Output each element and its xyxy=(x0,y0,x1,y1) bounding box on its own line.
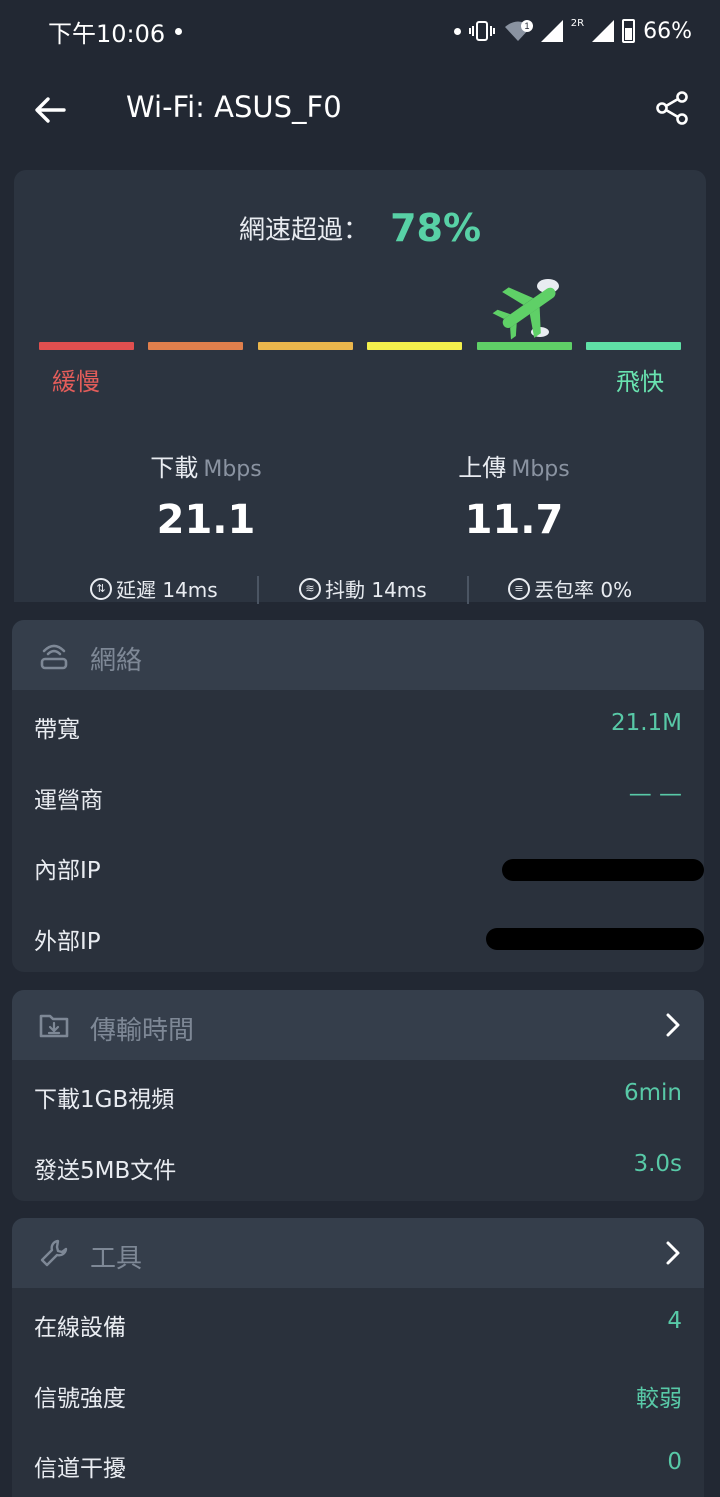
signal-sim2-icon xyxy=(592,20,615,42)
chevron-right-icon[interactable] xyxy=(660,1011,686,1039)
vibrate-icon xyxy=(468,21,495,41)
row-label: 外部IP xyxy=(34,928,101,955)
chevron-right-icon[interactable] xyxy=(660,1239,686,1267)
network-section: 網絡 帶寬 21.1M 運營商 — — 內部IP 外部IP xyxy=(12,620,704,972)
airplane-icon xyxy=(492,279,559,340)
row-value: 0 xyxy=(667,1449,682,1475)
row-label: 信道干擾 xyxy=(34,1456,126,1482)
stat-divider xyxy=(257,576,259,604)
tools-row-signal-strength[interactable]: 信號強度 較弱 xyxy=(12,1359,704,1430)
jitter-text: 抖動 14ms xyxy=(325,578,427,602)
network-row-bandwidth: 帶寬 21.1M xyxy=(12,690,704,761)
latency-stat: ⇅ 延遲 14ms xyxy=(90,574,218,603)
jitter-icon: ≋ xyxy=(299,577,321,600)
gauge-segment-5 xyxy=(477,342,572,350)
row-label: 內部IP xyxy=(34,858,101,884)
packet-loss-text: 丟包率 0% xyxy=(534,578,633,602)
upload-value: 11.7 xyxy=(464,497,564,543)
upload-label: 上傳 xyxy=(458,454,507,482)
row-label: 帶寬 xyxy=(34,717,80,743)
row-label: 發送5MB文件 xyxy=(34,1157,177,1184)
router-icon xyxy=(40,644,68,670)
notif-badge: 1 xyxy=(524,21,529,31)
beat-percent-value: 78% xyxy=(390,206,482,250)
download-metric: 下載 Mbps 21.1 xyxy=(86,448,326,543)
row-label: 在線設備 xyxy=(34,1315,126,1341)
jitter-stat: ≋ 抖動 14ms xyxy=(299,574,427,603)
tools-row-channel-interference[interactable]: 信道干擾 0 xyxy=(12,1429,704,1497)
page-title: Wi-Fi: ASUS_F0 xyxy=(126,90,342,124)
network-section-header: 網絡 xyxy=(12,620,704,690)
tools-section-header[interactable]: 工具 xyxy=(12,1218,704,1288)
latency-text: 延遲 14ms xyxy=(116,578,218,602)
app-toolbar: Wi-Fi: ASUS_F0 xyxy=(0,62,720,156)
share-icon[interactable] xyxy=(652,88,692,128)
upload-metric: 上傳 Mbps 11.7 xyxy=(394,448,634,543)
network-row-external-ip: 外部IP xyxy=(12,902,704,973)
transfer-time-section: 傳輸時間 下載1GB視頻 6min 發送5MB文件 3.0s xyxy=(12,990,704,1201)
latency-icon: ⇅ xyxy=(90,577,112,600)
beat-percentage: 網速超過： 78% xyxy=(14,206,706,250)
packet-loss-icon: ≡ xyxy=(508,577,530,600)
packet-loss-stat: ≡ 丟包率 0% xyxy=(508,574,632,603)
quality-stats: ⇅ 延遲 14ms ≋ 抖動 14ms ≡ 丟包率 0% xyxy=(14,574,706,604)
stat-divider xyxy=(467,576,469,604)
download-label: 下載 xyxy=(150,454,199,482)
notification-dot-icon xyxy=(453,27,461,35)
row-label: 運營商 xyxy=(34,787,103,814)
transfer-row-video: 下載1GB視頻 6min xyxy=(12,1060,704,1131)
download-value: 21.1 xyxy=(156,497,256,543)
gauge-segment-4 xyxy=(367,342,462,350)
upload-unit: Mbps xyxy=(511,457,570,482)
download-unit: Mbps xyxy=(203,457,262,482)
gauge-slow-label: 緩慢 xyxy=(52,368,100,396)
transfer-section-title: 傳輸時間 xyxy=(90,1016,195,1046)
redaction-mark xyxy=(486,927,704,950)
wrench-icon xyxy=(40,1239,68,1267)
network-section-title: 網絡 xyxy=(90,646,143,676)
signal-sim1-icon xyxy=(540,20,563,42)
status-time: 下午10:06 xyxy=(48,19,166,48)
beat-label: 網速超過： xyxy=(238,215,369,246)
tools-section: 工具 在線設備 4 信號強度 較弱 信道干擾 0 xyxy=(12,1218,704,1497)
row-label: 下載1GB視頻 xyxy=(34,1087,175,1113)
transfer-row-file: 發送5MB文件 3.0s xyxy=(12,1131,704,1202)
wifi-status-icon: 1 xyxy=(504,20,533,41)
back-arrow-icon[interactable] xyxy=(30,90,70,130)
gauge-segment-3 xyxy=(258,342,353,350)
tools-section-title: 工具 xyxy=(90,1244,143,1274)
row-value: 4 xyxy=(667,1308,682,1334)
transfer-section-header[interactable]: 傳輸時間 xyxy=(12,990,704,1060)
gauge-segment-2 xyxy=(148,342,243,350)
battery-icon xyxy=(622,19,636,43)
gauge-segment-6 xyxy=(586,342,681,350)
row-value: 21.1M xyxy=(610,710,682,736)
status-bar: 下午10:06 1 2R 66% xyxy=(0,0,720,62)
network-row-carrier: 運營商 — — xyxy=(12,761,704,832)
row-value: — — xyxy=(628,780,682,807)
battery-percent: 66% xyxy=(643,18,692,44)
row-label: 信號強度 xyxy=(34,1385,126,1412)
sim2-label: 2R xyxy=(570,17,585,29)
notification-dot-icon xyxy=(175,27,183,35)
row-value: 3.0s xyxy=(633,1150,682,1177)
download-folder-icon xyxy=(39,1014,69,1038)
row-value: 6min xyxy=(623,1080,682,1106)
gauge-fast-label: 飛快 xyxy=(616,368,664,396)
gauge-segment-1 xyxy=(39,342,134,350)
row-value: 較弱 xyxy=(636,1385,682,1412)
tools-row-online-devices[interactable]: 在線設備 4 xyxy=(12,1288,704,1359)
speed-result-card: 網速超過： 78% 緩慢 飛快 下載 Mbps 21.1 上傳 Mbps 11.… xyxy=(14,170,706,604)
redaction-mark xyxy=(502,859,704,881)
network-row-internal-ip: 內部IP xyxy=(12,831,704,902)
